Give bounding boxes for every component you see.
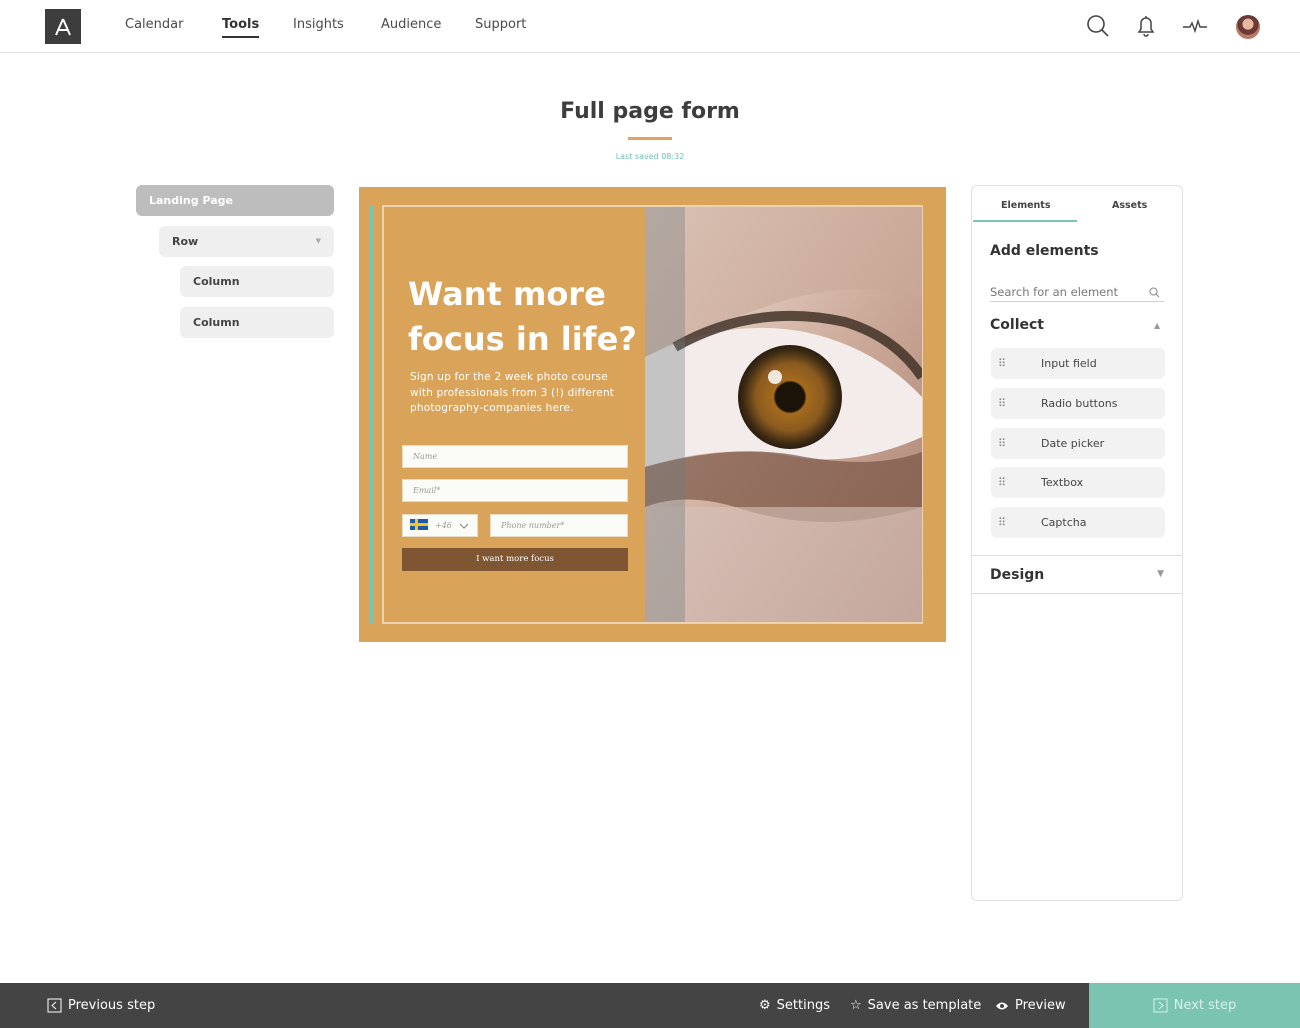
last-saved-status: Last saved 08:32 bbox=[615, 152, 685, 161]
element-label: Captcha bbox=[1041, 516, 1087, 529]
page-title: Full page form bbox=[560, 99, 740, 124]
search-icon[interactable] bbox=[1149, 287, 1160, 298]
user-avatar[interactable] bbox=[1236, 15, 1260, 39]
tab-assets[interactable]: Assets bbox=[1112, 200, 1147, 211]
drag-handle-icon[interactable]: ⠿ bbox=[998, 507, 1006, 538]
tree-item-column[interactable]: Column bbox=[180, 307, 334, 338]
element-label: Input field bbox=[1041, 357, 1097, 370]
email-input[interactable]: Email* bbox=[402, 479, 628, 502]
collect-section-title[interactable]: Collect bbox=[990, 317, 1044, 333]
previous-step-button[interactable]: Previous step bbox=[47, 998, 155, 1013]
tree-item-label: Column bbox=[193, 316, 240, 329]
name-input[interactable]: Name bbox=[402, 445, 628, 468]
design-section[interactable]: Design ▼ bbox=[972, 555, 1182, 594]
drag-handle-icon[interactable]: ⠿ bbox=[998, 388, 1006, 419]
active-tab-indicator bbox=[973, 220, 1077, 222]
save-template-label: Save as template bbox=[867, 998, 982, 1013]
previous-step-label: Previous step bbox=[68, 998, 156, 1013]
settings-button[interactable]: ⚙ Settings bbox=[759, 998, 830, 1013]
eye-photo-image[interactable] bbox=[645, 207, 922, 622]
next-step-button[interactable]: Next step bbox=[1089, 983, 1300, 1028]
element-search-input[interactable]: Search for an element bbox=[990, 284, 1164, 302]
drag-handle-icon[interactable]: ⠿ bbox=[998, 428, 1006, 459]
tree-item-landing-page[interactable]: Landing Page bbox=[136, 185, 334, 216]
chevron-down-icon bbox=[459, 523, 469, 529]
title-underline bbox=[628, 137, 672, 140]
nav-support[interactable]: Support bbox=[475, 17, 526, 32]
next-step-label: Next step bbox=[1173, 998, 1237, 1013]
form-subtext[interactable]: Sign up for the 2 week photo course with… bbox=[410, 370, 632, 417]
bell-icon[interactable] bbox=[1133, 13, 1159, 39]
settings-label: Settings bbox=[776, 998, 830, 1013]
preview-label: Preview bbox=[1015, 998, 1066, 1013]
save-as-template-button[interactable]: ☆ Save as template bbox=[850, 998, 981, 1013]
drag-handle-icon[interactable]: ⠿ bbox=[998, 348, 1006, 379]
drag-handle-icon[interactable]: ⠿ bbox=[998, 467, 1006, 498]
star-icon: ☆ bbox=[850, 998, 862, 1013]
arrow-left-box-icon bbox=[47, 998, 62, 1013]
form-submit-button[interactable]: I want more focus bbox=[402, 548, 628, 571]
element-input-field[interactable]: ⠿ Input field bbox=[991, 348, 1165, 379]
activity-icon[interactable] bbox=[1182, 13, 1208, 39]
add-elements-title: Add elements bbox=[990, 243, 1099, 259]
element-captcha[interactable]: ⠿ Captcha bbox=[991, 507, 1165, 538]
app-logo[interactable] bbox=[45, 9, 81, 44]
chevron-up-icon[interactable]: ▲ bbox=[1154, 321, 1160, 330]
element-textbox[interactable]: ⠿ Textbox bbox=[991, 467, 1165, 498]
search-placeholder: Search for an element bbox=[990, 285, 1119, 299]
tree-item-row[interactable]: Row ▼ bbox=[159, 226, 334, 257]
tab-elements[interactable]: Elements bbox=[1001, 200, 1051, 211]
chevron-down-icon[interactable]: ▼ bbox=[1157, 569, 1164, 579]
design-section-title: Design bbox=[990, 567, 1045, 583]
nav-calendar[interactable]: Calendar bbox=[125, 17, 183, 32]
form-heading[interactable]: Want more focus in life? bbox=[408, 272, 638, 362]
arrow-right-box-icon bbox=[1153, 998, 1168, 1013]
element-label: Textbox bbox=[1041, 476, 1084, 489]
nav-audience[interactable]: Audience bbox=[381, 17, 441, 32]
search-icon[interactable] bbox=[1085, 13, 1111, 39]
nav-tools[interactable]: Tools bbox=[222, 17, 260, 38]
eye-icon bbox=[996, 1002, 1008, 1009]
tree-item-label: Column bbox=[193, 275, 240, 288]
tree-item-label: Row bbox=[172, 235, 199, 248]
top-navigation: Calendar Tools Insights Audience Support bbox=[0, 0, 1300, 53]
element-label: Radio buttons bbox=[1041, 397, 1118, 410]
element-label: Date picker bbox=[1041, 437, 1105, 450]
caret-down-icon[interactable]: ▼ bbox=[316, 226, 321, 257]
country-code-value: +46 bbox=[435, 521, 452, 530]
phone-input[interactable]: Phone number* bbox=[490, 514, 628, 537]
tree-item-column[interactable]: Column bbox=[180, 266, 334, 297]
element-radio-buttons[interactable]: ⠿ Radio buttons bbox=[991, 388, 1165, 419]
gear-icon: ⚙ bbox=[759, 998, 771, 1013]
logo-icon bbox=[55, 18, 71, 35]
sweden-flag-icon bbox=[410, 519, 428, 530]
preview-button[interactable]: Preview bbox=[995, 998, 1066, 1013]
element-date-picker[interactable]: ⠿ Date picker bbox=[991, 428, 1165, 459]
nav-insights[interactable]: Insights bbox=[293, 17, 344, 32]
selection-indicator bbox=[369, 205, 374, 624]
tree-item-label: Landing Page bbox=[149, 194, 233, 207]
